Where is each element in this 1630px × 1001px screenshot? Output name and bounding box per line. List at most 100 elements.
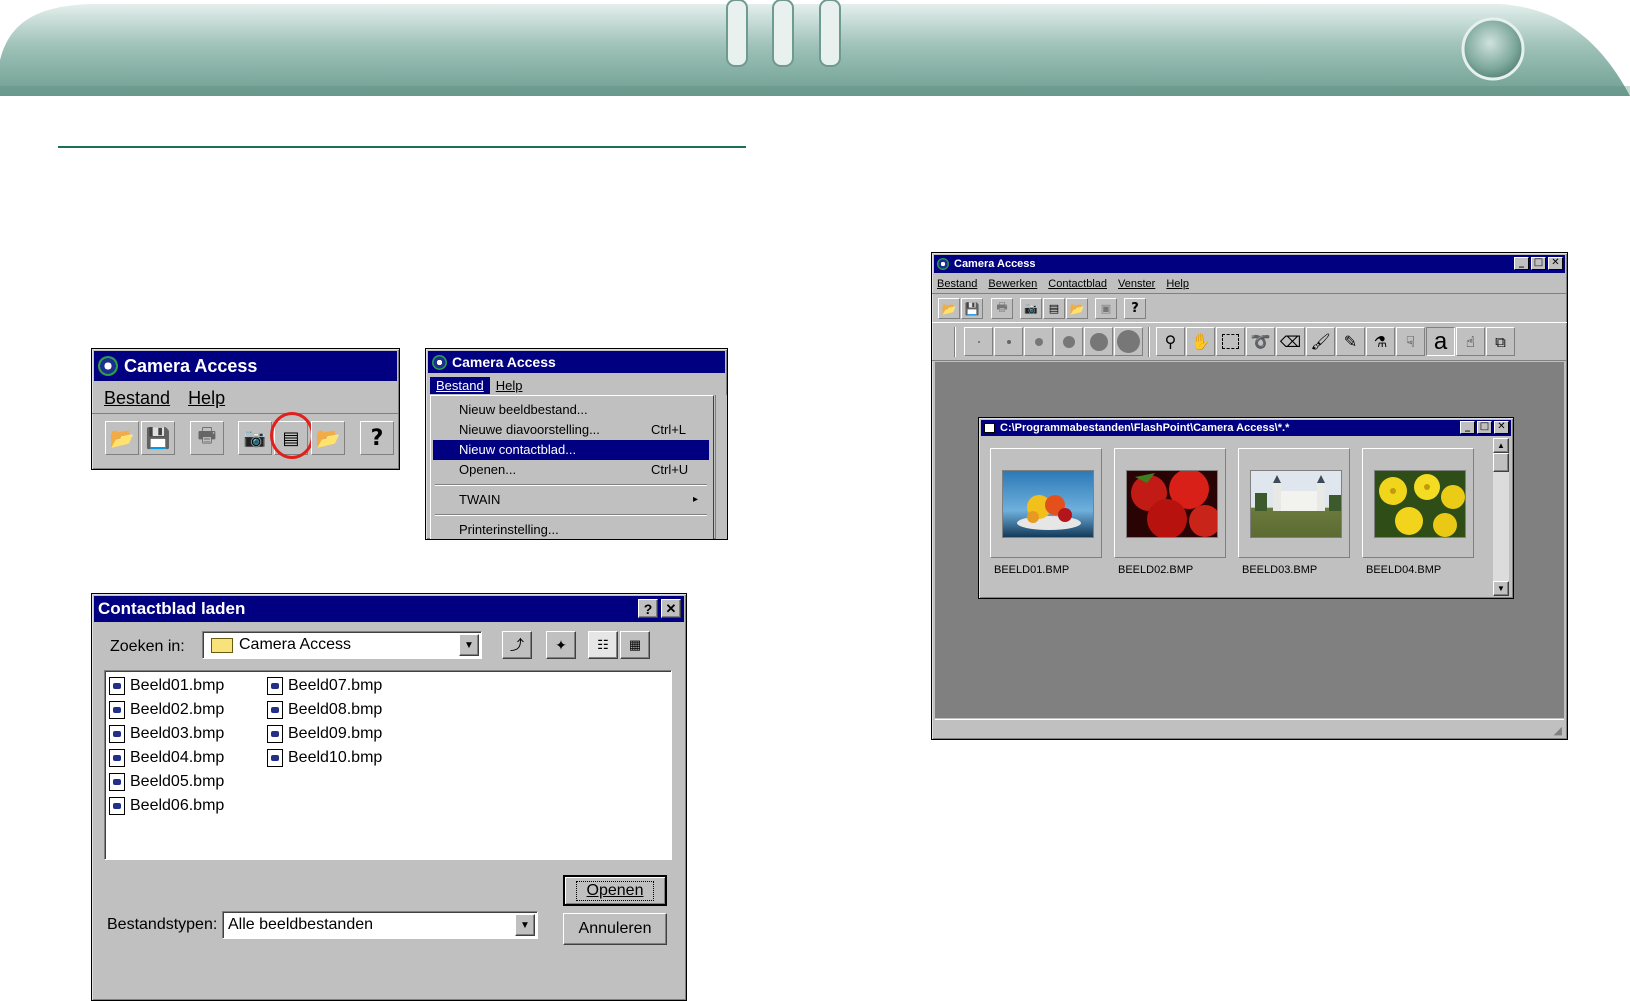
brush-size-3-icon[interactable] [1024, 327, 1053, 356]
filetype-value: Alle beeldbestanden [228, 916, 374, 933]
menu-item-twain[interactable]: TWAIN ▸ [433, 490, 709, 510]
filetype-combobox[interactable]: Alle beeldbestanden ▼ [222, 911, 538, 939]
file-item[interactable]: Beeld01.bmp [109, 675, 224, 697]
file-item[interactable]: Beeld03.bmp [109, 723, 224, 745]
contact-sheet-window: C:\Programmabestanden\FlashPoint\Camera … [978, 417, 1514, 599]
new-folder-button[interactable]: ✦ [546, 631, 576, 659]
thumbnail-item[interactable]: BEELD01.BMP [990, 448, 1102, 580]
open-folder-icon[interactable]: 📂 [105, 421, 139, 455]
menu-help[interactable]: Help [188, 388, 225, 409]
slideshow-icon[interactable]: ▣ [1095, 298, 1117, 319]
camera-access-logo-icon [98, 356, 118, 376]
text-icon[interactable]: a [1426, 327, 1455, 356]
scroll-thumb [1493, 453, 1509, 472]
file-item[interactable]: Beeld10.bmp [267, 747, 382, 769]
look-in-combobox[interactable]: Camera Access ▼ [202, 631, 482, 659]
menu-bewerken[interactable]: Bewerken [988, 278, 1037, 290]
menu-item-new-image[interactable]: Nieuw beeldbestand... [433, 400, 709, 420]
brush-size-4-icon[interactable] [1054, 327, 1083, 356]
bitmap-file-icon [109, 797, 125, 815]
maximize-icon[interactable]: □ [1531, 257, 1546, 270]
menu-help[interactable]: Help [490, 377, 529, 394]
open-album-icon[interactable]: 📂 [1066, 298, 1088, 319]
menu-item-new-slideshow[interactable]: Nieuwe diavoorstelling... Ctrl+L [433, 420, 709, 440]
brush-icon[interactable]: 🖌 [1306, 327, 1335, 356]
print-icon[interactable]: 🖶 [991, 298, 1013, 319]
cancel-button[interactable]: Annuleren [563, 913, 667, 945]
menu-contactblad[interactable]: Contactblad [1048, 278, 1107, 290]
eyedropper-icon[interactable]: ⚗ [1366, 327, 1395, 356]
minimize-icon[interactable]: _ [1514, 257, 1529, 270]
menu-item-open[interactable]: Openen... Ctrl+U [433, 460, 709, 480]
open-folder-icon[interactable]: 📂 [938, 298, 960, 319]
file-item[interactable]: Beeld07.bmp [267, 675, 382, 697]
help-button[interactable]: ? [638, 599, 658, 618]
rect-select-icon[interactable] [1216, 327, 1245, 356]
highlight-circle [270, 412, 314, 459]
menu-venster[interactable]: Venster [1118, 278, 1155, 290]
status-bar: ◢ [935, 719, 1564, 738]
help-icon[interactable]: ? [1124, 298, 1146, 319]
strawberries-image [1126, 470, 1218, 538]
menu-bestand[interactable]: Bestand [104, 388, 170, 409]
brush-size-5-icon[interactable] [1084, 327, 1113, 356]
file-list[interactable]: Beeld01.bmp Beeld02.bmp Beeld03.bmp Beel… [104, 670, 672, 860]
close-button[interactable]: ✕ [661, 599, 681, 618]
file-item[interactable]: Beeld08.bmp [267, 699, 382, 721]
close-icon[interactable]: ✕ [1548, 257, 1563, 270]
thumbnail-item[interactable]: BEELD03.BMP [1238, 448, 1350, 580]
fill-icon[interactable]: ☟ [1396, 327, 1425, 356]
yellow-flowers-image [1374, 470, 1466, 538]
contact-sheet-icon[interactable]: ▤ [1043, 298, 1065, 319]
tools-toolbar: ⚲ ✋ ➰ ⌫ 🖌 ✎ ⚗ ☟ a ☝ ⧉ [932, 323, 1567, 361]
list-view-button[interactable]: ☷ [588, 631, 618, 659]
close-icon: ✕ [665, 600, 677, 616]
chevron-down-icon[interactable]: ▼ [515, 914, 535, 936]
up-folder-button[interactable]: ⤴ [502, 631, 532, 659]
thumbnail-item[interactable]: BEELD04.BMP [1362, 448, 1474, 580]
camera-icon[interactable]: 📷 [1020, 298, 1042, 319]
save-icon[interactable]: 💾 [961, 298, 983, 319]
help-icon[interactable]: ? [360, 421, 394, 455]
zoom-icon[interactable]: ⚲ [1156, 327, 1185, 356]
menu-bestand-open[interactable]: Bestand [430, 377, 490, 394]
close-icon[interactable]: ✕ [1494, 421, 1509, 434]
camera-access-logo-icon [937, 258, 949, 270]
open-album-icon[interactable]: 📂 [311, 421, 345, 455]
menu-help[interactable]: Help [1166, 278, 1189, 290]
save-icon[interactable]: 💾 [141, 421, 175, 455]
vertical-scrollbar[interactable]: ▲ ▼ [1493, 438, 1509, 596]
minimize-icon[interactable]: _ [1460, 421, 1475, 434]
brush-size-6-icon[interactable] [1114, 327, 1143, 356]
window-title: Camera Access [124, 355, 258, 376]
pencil-icon[interactable]: ✎ [1336, 327, 1365, 356]
smudge-icon[interactable]: ☝ [1456, 327, 1485, 356]
chevron-down-icon[interactable]: ▼ [459, 634, 479, 656]
thumbnail-item[interactable]: BEELD02.BMP [1114, 448, 1226, 580]
print-icon[interactable]: 🖶 [190, 421, 224, 455]
dialog-titlebar: Contactblad laden ? ✕ [94, 596, 684, 622]
menu-bestand[interactable]: Bestand [937, 278, 977, 290]
menu-item-new-contact-sheet[interactable]: Nieuw contactblad... [433, 440, 709, 460]
lasso-icon[interactable]: ➰ [1246, 327, 1275, 356]
clone-icon[interactable]: ⧉ [1486, 327, 1515, 356]
maximize-icon[interactable]: □ [1477, 421, 1492, 434]
scroll-down-icon: ▼ [1493, 581, 1509, 596]
file-item[interactable]: Beeld05.bmp [109, 771, 224, 793]
hand-icon[interactable]: ✋ [1186, 327, 1215, 356]
file-item[interactable]: Beeld06.bmp [109, 795, 224, 817]
camera-icon[interactable]: 📷 [238, 421, 272, 455]
open-button[interactable]: Openen [563, 875, 667, 906]
file-item[interactable]: Beeld09.bmp [267, 723, 382, 745]
menu-item-printer-setup[interactable]: Printerinstelling... [433, 520, 709, 539]
bitmap-file-icon [267, 677, 283, 695]
file-item[interactable]: Beeld02.bmp [109, 699, 224, 721]
main-app-menubar: Bestand Bewerken Contactblad Venster Hel… [932, 275, 1567, 293]
file-item[interactable]: Beeld04.bmp [109, 747, 224, 769]
brush-size-1-icon[interactable] [964, 327, 993, 356]
brush-size-2-icon[interactable] [994, 327, 1023, 356]
eraser-icon[interactable]: ⌫ [1276, 327, 1305, 356]
menu-app-titlebar: Camera Access [428, 351, 725, 373]
details-view-button[interactable]: ▦ [620, 631, 650, 659]
resize-grip-icon[interactable]: ◢ [1554, 724, 1562, 737]
